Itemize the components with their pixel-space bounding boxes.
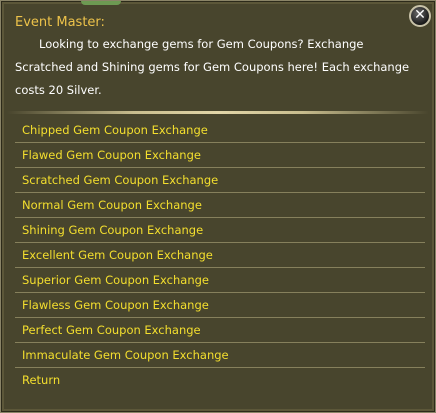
divider: [7, 111, 429, 114]
npc-dialog: ✕ Event Master: Looking to exchange gems…: [0, 0, 436, 413]
option-superior-gem-exchange[interactable]: Superior Gem Coupon Exchange: [15, 268, 425, 293]
options-list: Chipped Gem Coupon Exchange Flawed Gem C…: [15, 118, 425, 392]
message-line-1: Looking to exchange gems for Gem Coupons…: [39, 37, 364, 51]
npc-message: Looking to exchange gems for Gem Coupons…: [15, 33, 410, 102]
option-return[interactable]: Return: [15, 368, 425, 392]
dialog-header: Event Master: Looking to exchange gems f…: [15, 13, 410, 102]
decorative-leaf-icon: [81, 1, 121, 5]
option-shining-gem-exchange[interactable]: Shining Gem Coupon Exchange: [15, 218, 425, 243]
message-line-3: costs 20 Silver.: [15, 83, 102, 97]
message-line-2: Scratched and Shining gems for Gem Coupo…: [15, 60, 410, 74]
npc-name: Event Master:: [15, 15, 105, 30]
option-perfect-gem-exchange[interactable]: Perfect Gem Coupon Exchange: [15, 318, 425, 343]
option-normal-gem-exchange[interactable]: Normal Gem Coupon Exchange: [15, 193, 425, 218]
option-excellent-gem-exchange[interactable]: Excellent Gem Coupon Exchange: [15, 243, 425, 268]
close-button[interactable]: ✕: [409, 5, 431, 27]
option-immaculate-gem-exchange[interactable]: Immaculate Gem Coupon Exchange: [15, 343, 425, 368]
option-flawed-gem-exchange[interactable]: Flawed Gem Coupon Exchange: [15, 143, 425, 168]
option-flawless-gem-exchange[interactable]: Flawless Gem Coupon Exchange: [15, 293, 425, 318]
option-scratched-gem-exchange[interactable]: Scratched Gem Coupon Exchange: [15, 168, 425, 193]
option-chipped-gem-exchange[interactable]: Chipped Gem Coupon Exchange: [15, 118, 425, 143]
close-icon: ✕: [414, 7, 426, 23]
